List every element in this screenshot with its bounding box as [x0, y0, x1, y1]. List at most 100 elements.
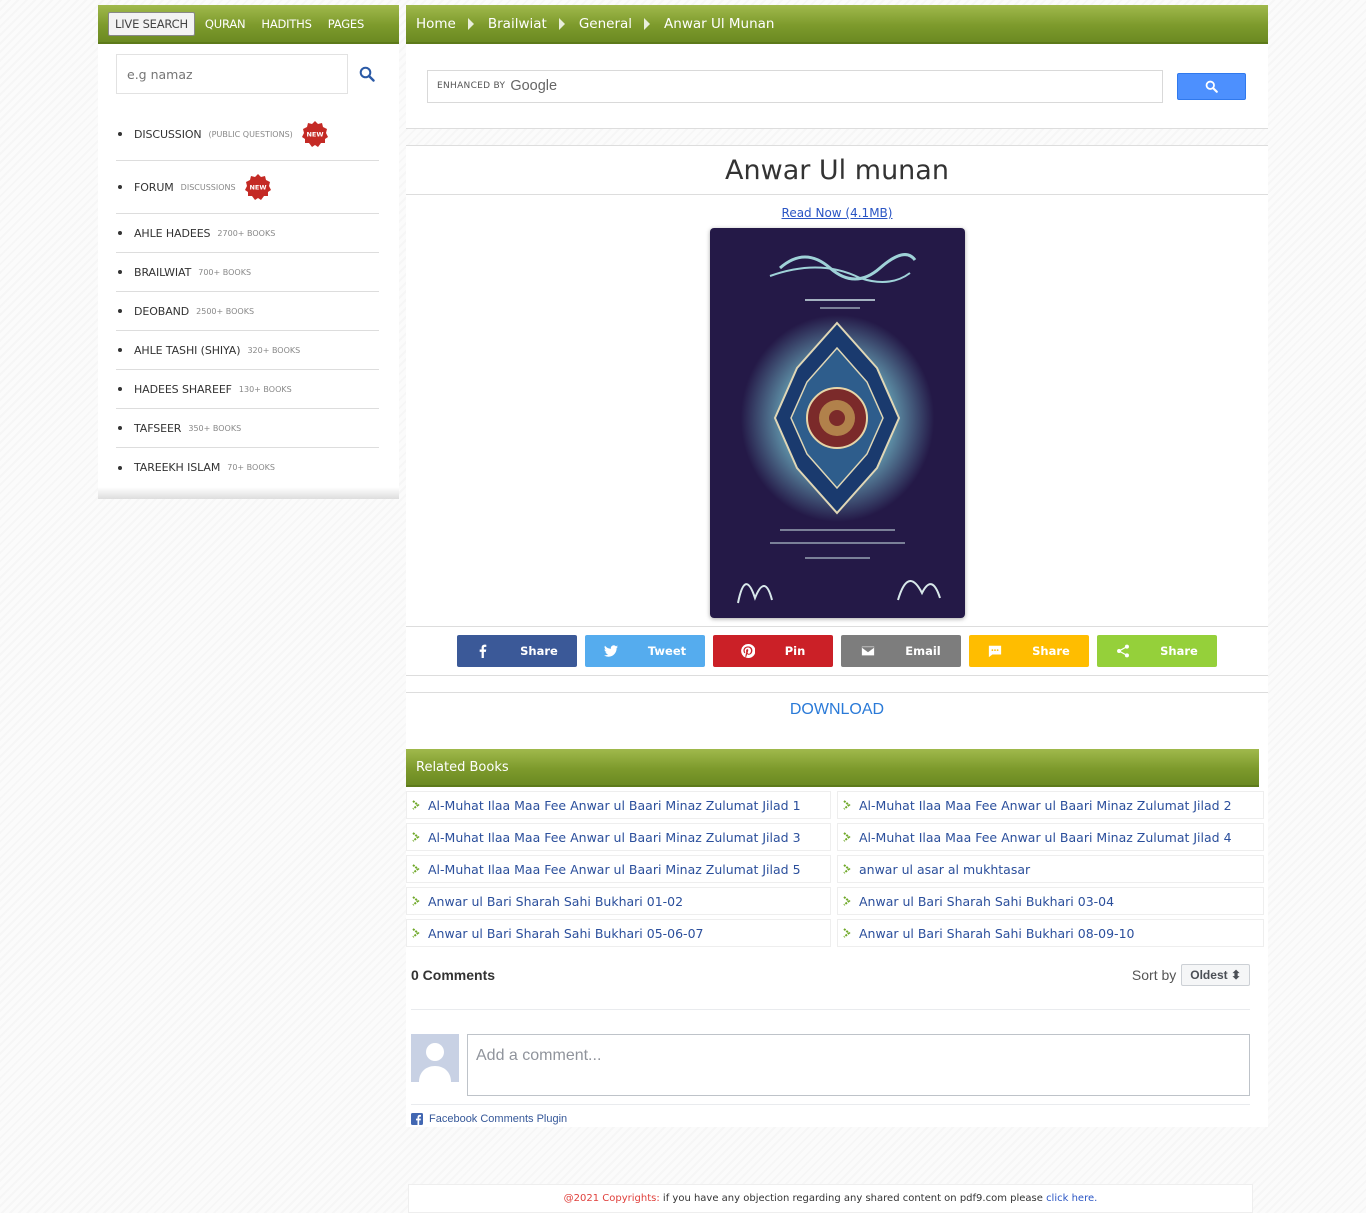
- bullet-arrow-icon: [412, 864, 420, 874]
- search-icon[interactable]: [356, 62, 379, 86]
- category-sub: 320+ BOOKS: [247, 345, 301, 355]
- category-sub: (PUBLIC QUESTIONS): [208, 129, 293, 139]
- tab-hadiths[interactable]: HADITHS: [255, 13, 317, 35]
- new-badge-icon: NEW: [301, 121, 328, 147]
- twitter-icon: [603, 645, 618, 657]
- tab-live-search[interactable]: LIVE SEARCH: [108, 11, 195, 36]
- bullet-arrow-icon: [412, 928, 420, 938]
- related-book-link[interactable]: Al-Muhat Ilaa Maa Fee Anwar ul Baari Min…: [859, 798, 1232, 813]
- footer-click-here-link[interactable]: click here.: [1046, 1193, 1097, 1204]
- category-item-discussion[interactable]: DISCUSSION (PUBLIC QUESTIONS) NEW: [116, 108, 379, 161]
- sms-icon: [989, 645, 1002, 658]
- bullet-arrow-icon: [843, 864, 851, 874]
- download-section: DOWNLOAD: [406, 692, 1268, 749]
- share-generic-button[interactable]: Share: [1097, 635, 1217, 667]
- category-name: AHLE TASHI (SHIYA): [134, 343, 241, 357]
- category-name: HADEES SHAREEF: [134, 382, 232, 396]
- cover-wrap: [406, 228, 1268, 618]
- breadcrumb-current[interactable]: Anwar Ul Munan: [664, 16, 774, 32]
- download-link[interactable]: DOWNLOAD: [790, 701, 884, 718]
- share-email-button[interactable]: Email: [841, 635, 961, 667]
- google-search-input[interactable]: ENHANCED BY Google: [427, 69, 1163, 103]
- bullet-arrow-icon: [843, 800, 851, 810]
- tab-pages[interactable]: PAGES: [322, 13, 370, 35]
- related-book-link[interactable]: Al-Muhat Ilaa Maa Fee Anwar ul Baari Min…: [428, 862, 801, 877]
- category-sub: DISCUSSIONS: [180, 182, 236, 192]
- category-item-tafseer[interactable]: TAFSEER 350+ BOOKS: [116, 409, 379, 448]
- sidebar-panel: DISCUSSION (PUBLIC QUESTIONS) NEW FORUM …: [98, 44, 399, 487]
- bullet-arrow-icon: [412, 800, 420, 810]
- related-book-item: Anwar ul Bari Sharah Sahi Bukhari 03-04: [837, 887, 1264, 915]
- related-book-item: Al-Muhat Ilaa Maa Fee Anwar ul Baari Min…: [837, 791, 1264, 819]
- share-label: Share: [520, 644, 558, 658]
- share-sms-button[interactable]: Share: [969, 635, 1089, 667]
- breadcrumb-home[interactable]: Home: [416, 16, 456, 32]
- category-name: TAFSEER: [134, 421, 182, 435]
- comment-input-row: Add a comment...: [411, 1034, 1250, 1096]
- search-icon: [1205, 80, 1218, 93]
- sidebar-bottom-fade: [98, 487, 399, 499]
- share-label: Share: [1032, 644, 1070, 658]
- category-item-deoband[interactable]: DEOBAND 2500+ BOOKS: [116, 292, 379, 331]
- facebook-plugin-credit: Facebook Comments Plugin: [411, 1104, 1250, 1125]
- new-badge-text: NEW: [306, 131, 323, 139]
- related-book-item: Al-Muhat Ilaa Maa Fee Anwar ul Baari Min…: [406, 855, 831, 883]
- category-item-tareekh-islam[interactable]: TAREEKH ISLAM 70+ BOOKS: [116, 448, 379, 487]
- breadcrumb-general[interactable]: General: [579, 16, 632, 32]
- category-item-brailwiat[interactable]: BRAILWIAT 700+ BOOKS: [116, 253, 379, 292]
- google-search-button[interactable]: [1177, 72, 1246, 100]
- book-cover-image[interactable]: [709, 228, 965, 618]
- share-icon: [1117, 644, 1130, 658]
- related-book-link[interactable]: Anwar ul Bari Sharah Sahi Bukhari 05-06-…: [428, 926, 703, 941]
- category-name: FORUM: [134, 180, 174, 194]
- related-book-link[interactable]: Al-Muhat Ilaa Maa Fee Anwar ul Baari Min…: [859, 830, 1232, 845]
- related-book-item: Anwar ul Bari Sharah Sahi Bukhari 01-02: [406, 887, 831, 915]
- category-name: BRAILWIAT: [134, 265, 192, 279]
- category-list: DISCUSSION (PUBLIC QUESTIONS) NEW FORUM …: [116, 108, 379, 487]
- related-book-link[interactable]: Anwar ul Bari Sharah Sahi Bukhari 03-04: [859, 894, 1114, 909]
- related-section: Related Books Al-Muhat Ilaa Maa Fee Anwa…: [406, 749, 1268, 1127]
- share-label: Email: [905, 644, 941, 658]
- sort-select[interactable]: Oldest ⬍: [1181, 964, 1250, 986]
- tab-quran[interactable]: QURAN: [199, 13, 251, 35]
- sort-label: Sort by: [1131, 967, 1177, 983]
- related-book-item: Anwar ul Bari Sharah Sahi Bukhari 08-09-…: [837, 919, 1264, 947]
- share-pinterest-button[interactable]: Pin: [713, 635, 833, 667]
- category-sub: 2700+ BOOKS: [217, 228, 276, 238]
- sidebar-tabs: LIVE SEARCH QURAN HADITHS PAGES: [98, 5, 399, 44]
- share-buttons: Share Tweet Pin Email Share Share: [406, 626, 1268, 676]
- page-title: Anwar Ul munan: [406, 146, 1268, 195]
- comment-count: 0 Comments: [411, 967, 496, 983]
- live-search-input[interactable]: [116, 54, 348, 94]
- share-label: Pin: [784, 644, 806, 658]
- category-item-ahle-tashi[interactable]: AHLE TASHI (SHIYA) 320+ BOOKS: [116, 331, 379, 370]
- related-book-link[interactable]: Al-Muhat Ilaa Maa Fee Anwar ul Baari Min…: [428, 798, 801, 813]
- related-book-item: Al-Muhat Ilaa Maa Fee Anwar ul Baari Min…: [837, 823, 1264, 851]
- facebook-plugin-link[interactable]: Facebook Comments Plugin: [429, 1113, 567, 1125]
- live-search-row: [116, 54, 379, 94]
- share-twitter-button[interactable]: Tweet: [585, 635, 705, 667]
- related-book-link[interactable]: Anwar ul Bari Sharah Sahi Bukhari 08-09-…: [859, 926, 1134, 941]
- related-book-link[interactable]: Al-Muhat Ilaa Maa Fee Anwar ul Baari Min…: [428, 830, 801, 845]
- footer: @2021 Copyrights: if you have any object…: [408, 1184, 1253, 1213]
- breadcrumb: Home Brailwiat General Anwar Ul Munan: [406, 5, 1268, 44]
- category-item-ahle-hadees[interactable]: AHLE HADEES 2700+ BOOKS: [116, 214, 379, 253]
- share-facebook-button[interactable]: Share: [457, 635, 577, 667]
- related-book-link[interactable]: Anwar ul Bari Sharah Sahi Bukhari 01-02: [428, 894, 683, 909]
- category-item-hadees-shareef[interactable]: HADEES SHAREEF 130+ BOOKS: [116, 370, 379, 409]
- comment-textarea[interactable]: Add a comment...: [467, 1034, 1250, 1096]
- read-now-link[interactable]: Read Now (4.1MB): [406, 206, 1268, 220]
- related-book-link[interactable]: anwar ul asar al mukhtasar: [859, 862, 1030, 877]
- category-item-forum[interactable]: FORUM DISCUSSIONS NEW: [116, 161, 379, 214]
- bullet-arrow-icon: [843, 832, 851, 842]
- category-sub: 130+ BOOKS: [238, 384, 292, 394]
- enhanced-by-label: ENHANCED BY: [437, 81, 506, 91]
- category-name: TAREEKH ISLAM: [134, 461, 221, 474]
- bullet-arrow-icon: [412, 896, 420, 906]
- footer-copyright: @2021 Copyrights:: [563, 1193, 660, 1204]
- related-books-heading: Related Books: [406, 749, 1259, 787]
- breadcrumb-brailwiat[interactable]: Brailwiat: [488, 16, 547, 32]
- share-label: Tweet: [647, 644, 687, 658]
- related-book-item: anwar ul asar al mukhtasar: [837, 855, 1264, 883]
